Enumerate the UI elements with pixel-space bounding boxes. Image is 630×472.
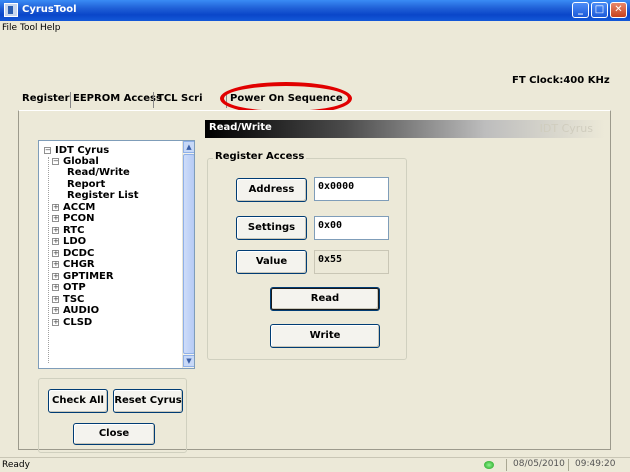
tree-node-dcdc[interactable]: + DCDC <box>52 248 94 259</box>
tree-node-otp[interactable]: + OTP <box>52 282 86 293</box>
write-button[interactable]: Write <box>270 324 380 348</box>
register-tree[interactable]: − IDT Cyrus − Global Read/Write Report Reg… <box>38 140 195 369</box>
section-header: Read/Write IDT Cyrus <box>205 120 605 138</box>
scroll-down-icon[interactable]: ▼ <box>183 355 194 367</box>
expand-icon[interactable]: + <box>52 273 59 280</box>
menu-tool[interactable]: Tool <box>20 23 37 33</box>
address-button[interactable]: Address <box>236 178 307 202</box>
expand-icon[interactable]: + <box>52 296 59 303</box>
collapse-icon[interactable]: − <box>44 147 51 154</box>
tab-register[interactable]: Register <box>22 90 70 108</box>
scroll-thumb[interactable] <box>183 154 194 354</box>
tree-node-global[interactable]: − Global <box>52 156 99 167</box>
tree-node-rtc[interactable]: + RTC <box>52 225 84 236</box>
status-text: Ready <box>2 460 30 470</box>
read-button[interactable]: Read <box>270 287 380 311</box>
expand-icon[interactable]: + <box>52 307 59 314</box>
tree-node-gptimer[interactable]: + GPTIMER <box>52 271 114 282</box>
ft-clock-label: FT Clock:400 KHz <box>512 75 610 86</box>
close-button[interactable]: Close <box>73 423 155 445</box>
tree-node-tsc[interactable]: + TSC <box>52 294 84 305</box>
expand-icon[interactable]: + <box>52 238 59 245</box>
minimize-button[interactable]: _ <box>572 2 589 18</box>
collapse-icon[interactable]: − <box>52 158 59 165</box>
tab-separator <box>70 92 71 108</box>
window-title: CyrusTool <box>22 4 77 15</box>
tab-separator <box>153 92 154 108</box>
scroll-up-icon[interactable]: ▲ <box>183 141 194 153</box>
settings-field[interactable]: 0x00 <box>314 216 389 240</box>
tree-node-clsd[interactable]: + CLSD <box>52 317 92 328</box>
register-access-label: Register Access <box>213 151 307 162</box>
status-time: 09:49:20 <box>568 459 615 471</box>
title-bar: CyrusTool _ □ ✕ <box>0 0 630 21</box>
address-field[interactable]: 0x0000 <box>314 177 389 201</box>
status-date: 08/05/2010 <box>506 459 565 471</box>
expand-icon[interactable]: + <box>52 227 59 234</box>
tab-tcl-script[interactable]: TCL Scri <box>157 90 203 108</box>
reset-cyrus-button[interactable]: Reset Cyrus <box>113 389 183 413</box>
settings-button[interactable]: Settings <box>236 216 307 240</box>
maximize-button[interactable]: □ <box>591 2 608 18</box>
expand-icon[interactable]: + <box>52 204 59 211</box>
tree-scrollbar[interactable]: ▲ ▼ <box>182 141 194 368</box>
value-field: 0x55 <box>314 250 389 274</box>
tree-node-report[interactable]: Report <box>67 179 105 190</box>
tree-node-ldo[interactable]: + LDO <box>52 236 86 247</box>
expand-icon[interactable]: + <box>52 284 59 291</box>
tree-node-audio[interactable]: + AUDIO <box>52 305 99 316</box>
expand-icon[interactable]: + <box>52 319 59 326</box>
tree-node-root[interactable]: − IDT Cyrus <box>44 145 109 156</box>
section-title: Read/Write <box>209 122 272 133</box>
connection-led-icon <box>484 461 494 469</box>
expand-icon[interactable]: + <box>52 261 59 268</box>
tree-node-register-list[interactable]: Register List <box>67 190 139 201</box>
menu-bar: File Tool Help <box>0 21 630 37</box>
menu-file[interactable]: File <box>2 23 17 33</box>
menu-help[interactable]: Help <box>40 23 61 33</box>
tree-guide-line <box>48 157 49 363</box>
close-window-button[interactable]: ✕ <box>610 2 627 18</box>
tree-node-read-write[interactable]: Read/Write <box>67 167 130 178</box>
tab-eeprom-access[interactable]: EEPROM Access <box>73 90 162 108</box>
check-all-button[interactable]: Check All <box>48 389 108 413</box>
tree-node-chgr[interactable]: + CHGR <box>52 259 95 270</box>
tree-node-pcon[interactable]: + PCON <box>52 213 95 224</box>
tree-node-accm[interactable]: + ACCM <box>52 202 95 213</box>
section-brand: IDT Cyrus <box>539 122 593 135</box>
expand-icon[interactable]: + <box>52 250 59 257</box>
expand-icon[interactable]: + <box>52 215 59 222</box>
status-bar: Ready 08/05/2010 09:49:20 <box>0 457 630 472</box>
value-button[interactable]: Value <box>236 250 307 274</box>
app-icon <box>4 3 18 17</box>
